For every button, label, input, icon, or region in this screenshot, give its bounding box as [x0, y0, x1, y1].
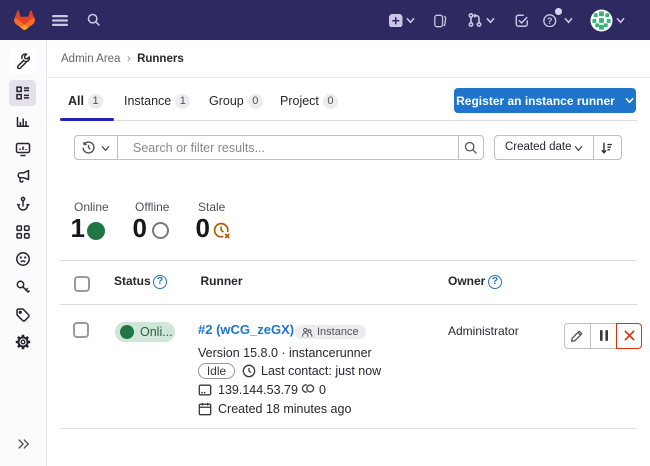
- svg-text:?: ?: [547, 15, 552, 25]
